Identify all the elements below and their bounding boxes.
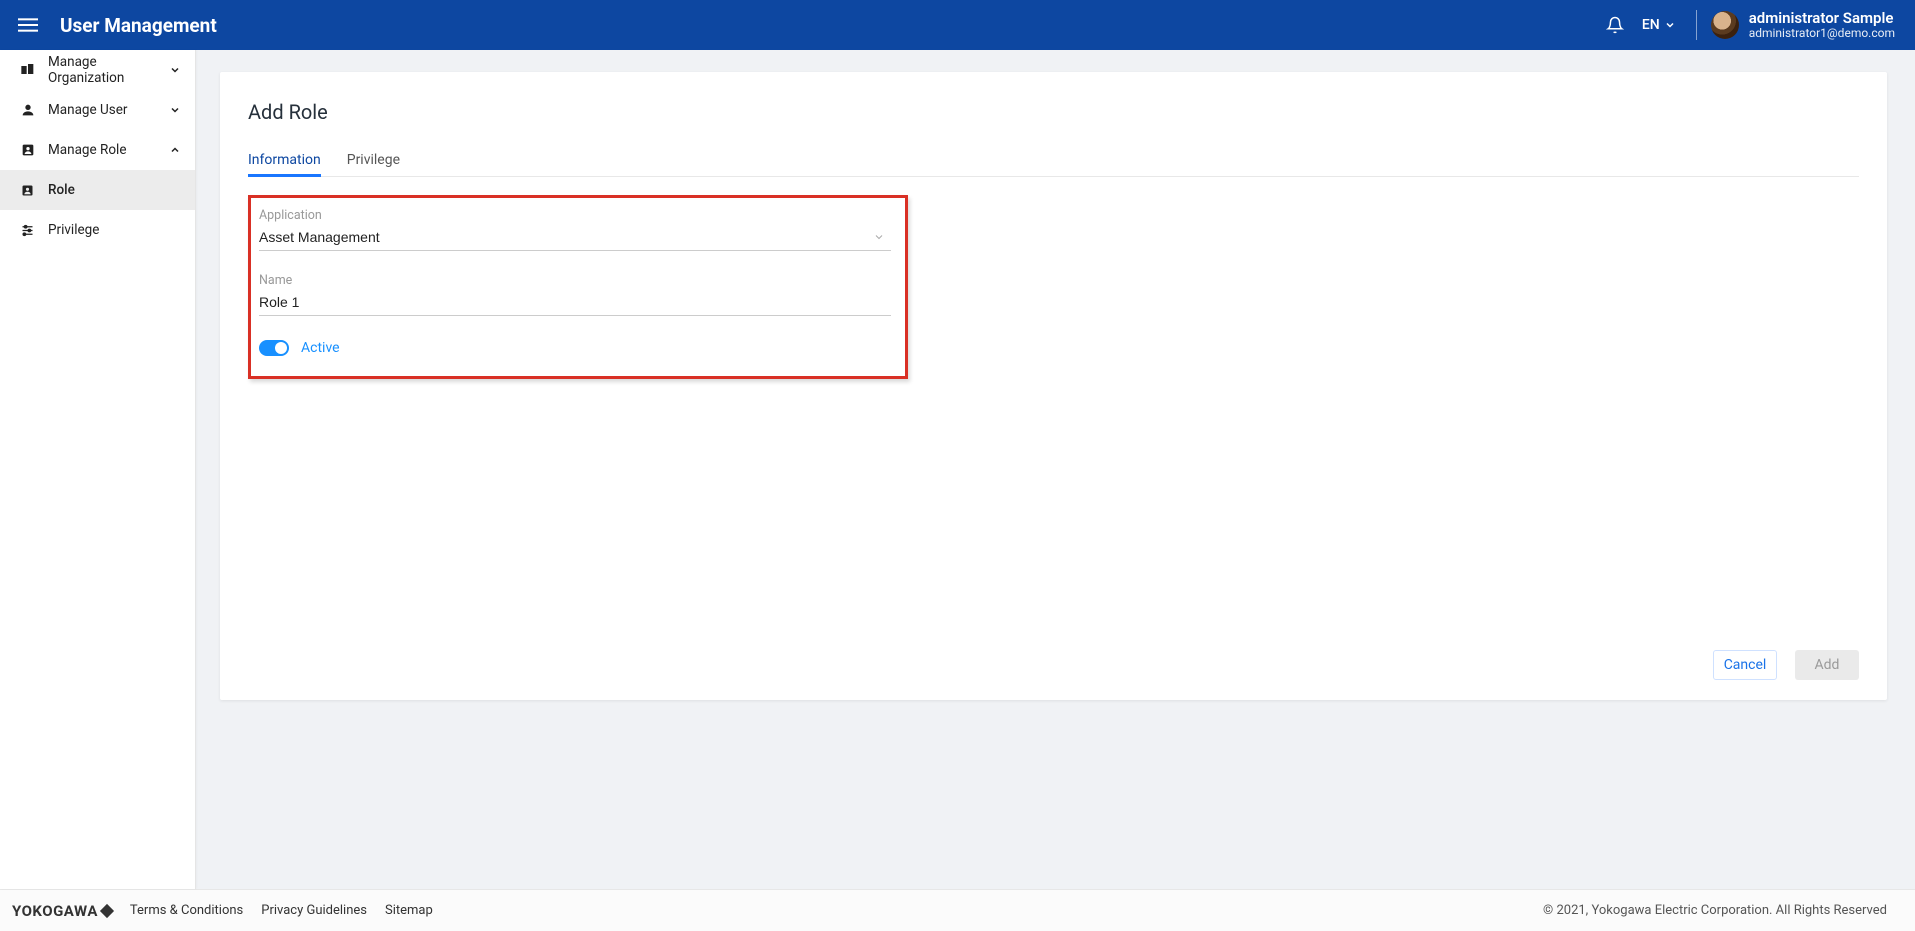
- user-menu[interactable]: administrator Sample administrator1@demo…: [1711, 10, 1895, 40]
- header-divider: [1696, 10, 1697, 40]
- add-role-card: Add Role Information Privilege Applicati…: [220, 72, 1887, 700]
- brand-logo: YOKOGAWA: [12, 902, 112, 920]
- footer-link-privacy[interactable]: Privacy Guidelines: [261, 903, 367, 918]
- role-badge-icon: [20, 183, 38, 198]
- notifications-icon[interactable]: [1606, 16, 1624, 34]
- form-highlight-box: Application Name Active: [248, 195, 908, 379]
- brand-diamond-icon: [100, 903, 114, 917]
- sidebar-item-manage-organization[interactable]: Manage Organization: [0, 50, 195, 90]
- privilege-sliders-icon: [20, 223, 38, 238]
- copyright-text: © 2021, Yokogawa Electric Corporation. A…: [1543, 903, 1887, 918]
- language-label: EN: [1642, 17, 1660, 33]
- sidebar-item-label: Manage Role: [48, 142, 169, 158]
- content-area: Add Role Information Privilege Applicati…: [196, 50, 1915, 889]
- sidebar-item-manage-user[interactable]: Manage User: [0, 90, 195, 130]
- sidebar-item-label: Manage Organization: [48, 54, 169, 86]
- sidebar: Manage Organization Manage User Manage R…: [0, 50, 196, 889]
- chevron-down-icon: [169, 104, 181, 116]
- organization-icon: [20, 62, 38, 78]
- card-heading: Add Role: [248, 100, 1859, 124]
- hamburger-menu-icon[interactable]: [18, 15, 38, 35]
- active-toggle-label: Active: [301, 340, 340, 356]
- sidebar-item-manage-role[interactable]: Manage Role: [0, 130, 195, 170]
- page-title: User Management: [60, 14, 217, 37]
- user-icon: [20, 102, 38, 118]
- application-select[interactable]: [259, 227, 891, 251]
- chevron-up-icon: [169, 144, 181, 156]
- chevron-down-icon: [1664, 19, 1676, 31]
- sidebar-item-label: Role: [48, 182, 181, 198]
- name-label: Name: [259, 273, 891, 288]
- sidebar-item-label: Manage User: [48, 102, 169, 118]
- active-toggle[interactable]: [259, 340, 289, 356]
- tabs: Information Privilege: [248, 146, 1859, 177]
- name-input[interactable]: [259, 292, 891, 316]
- chevron-down-icon: [169, 64, 181, 76]
- tab-privilege[interactable]: Privilege: [347, 146, 400, 176]
- footer-link-terms[interactable]: Terms & Conditions: [130, 903, 243, 918]
- user-name: administrator Sample: [1749, 10, 1895, 27]
- cancel-button[interactable]: Cancel: [1713, 650, 1777, 680]
- language-selector[interactable]: EN: [1642, 17, 1676, 33]
- brand-text: YOKOGAWA: [12, 902, 98, 920]
- application-label: Application: [259, 208, 891, 223]
- tab-information[interactable]: Information: [248, 146, 321, 177]
- user-email: administrator1@demo.com: [1749, 27, 1895, 40]
- avatar: [1711, 11, 1739, 39]
- footer-link-sitemap[interactable]: Sitemap: [385, 903, 433, 918]
- sidebar-item-label: Privilege: [48, 222, 181, 238]
- add-button[interactable]: Add: [1795, 650, 1859, 680]
- footer: YOKOGAWA Terms & Conditions Privacy Guid…: [0, 889, 1915, 931]
- role-icon: [20, 142, 38, 158]
- sidebar-subitem-role[interactable]: Role: [0, 170, 195, 210]
- app-header: User Management EN administrator Sample …: [0, 0, 1915, 50]
- sidebar-subitem-privilege[interactable]: Privilege: [0, 210, 195, 250]
